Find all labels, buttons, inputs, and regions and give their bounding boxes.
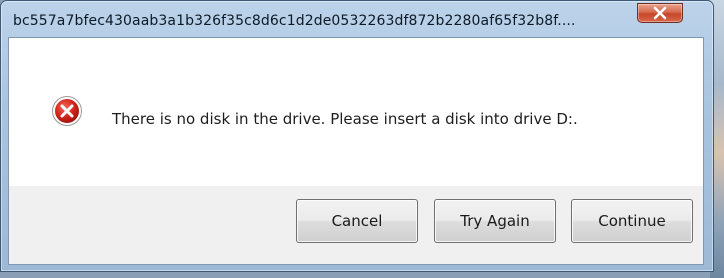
button-bar: Cancel Try Again Continue <box>9 186 703 264</box>
title-bar[interactable]: bc557a7bfec430aab3a1b326f35c8d6c1d2de053… <box>1 1 713 35</box>
close-icon <box>653 6 667 20</box>
message-area: There is no disk in the drive. Please in… <box>9 38 703 186</box>
dialog-body: There is no disk in the drive. Please in… <box>8 37 704 265</box>
error-message: There is no disk in the drive. Please in… <box>112 110 578 128</box>
continue-button[interactable]: Continue <box>571 199 693 243</box>
error-dialog: bc557a7bfec430aab3a1b326f35c8d6c1d2de053… <box>0 0 714 272</box>
close-button[interactable] <box>637 3 683 23</box>
try-again-button[interactable]: Try Again <box>434 199 556 243</box>
error-icon <box>52 96 82 126</box>
cancel-button[interactable]: Cancel <box>296 199 418 243</box>
window-title: bc557a7bfec430aab3a1b326f35c8d6c1d2de053… <box>13 13 576 29</box>
